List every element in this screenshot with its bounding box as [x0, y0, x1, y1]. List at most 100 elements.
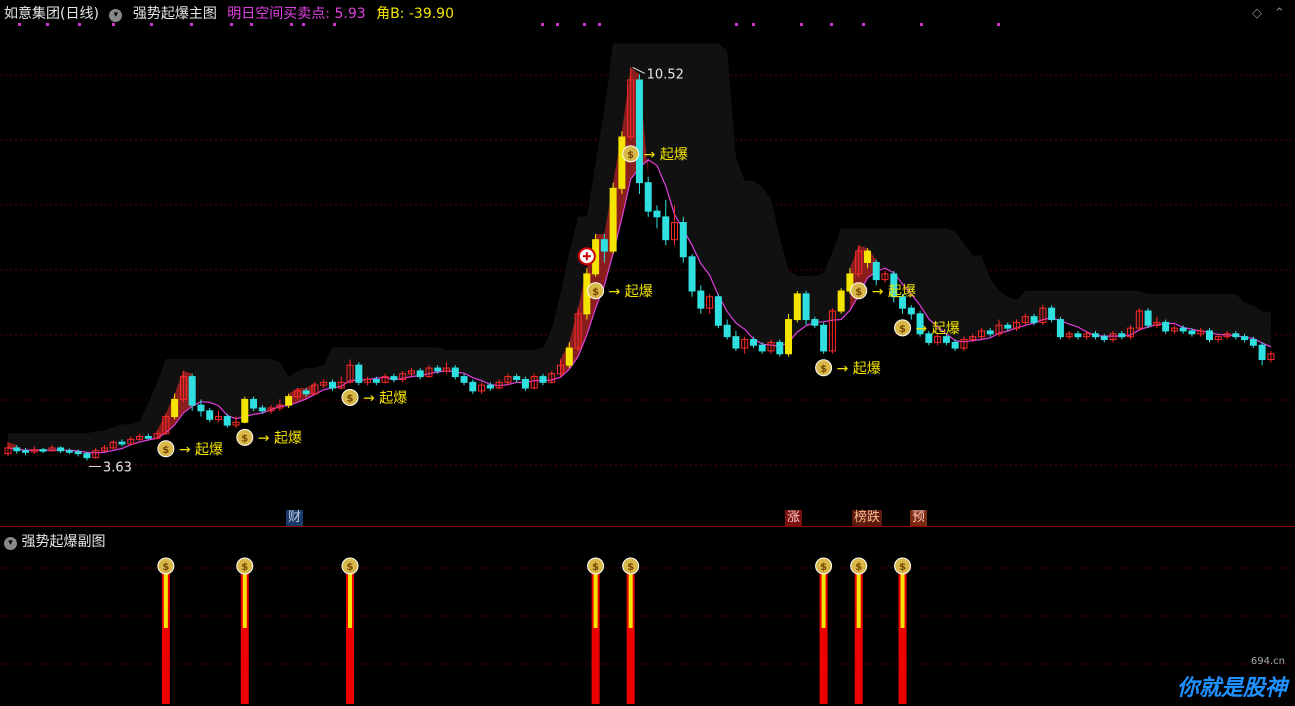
candle-body — [802, 293, 810, 321]
candle-body — [793, 293, 801, 321]
candle-body — [451, 367, 459, 378]
money-bag-icon-symbol: $ — [347, 393, 354, 404]
sub-bar-yellow — [821, 573, 826, 628]
candle-body — [39, 449, 47, 452]
top-signal-dot — [78, 23, 81, 26]
candle-body — [820, 324, 828, 352]
tomorrow-point-label: 明日空间买卖点: 5.93 — [227, 6, 366, 22]
candle-body — [539, 376, 547, 383]
top-signal-dot — [290, 23, 293, 26]
money-bag-icon-symbol: $ — [899, 324, 906, 335]
candle-body — [74, 451, 82, 455]
main-chart-panel[interactable]: 10.52 3.63 $ → 起爆 $ → 起爆 $ → 起爆 $ → 起爆 $ → 起爆 $ → 起爆 $… — [0, 0, 1295, 527]
top-signal-dot — [541, 23, 544, 26]
candle-body — [609, 187, 617, 252]
candle-body — [951, 341, 959, 349]
candle-body — [460, 376, 468, 383]
candle-body — [285, 396, 293, 406]
candle-body — [863, 250, 871, 263]
top-signal-dot — [862, 23, 865, 26]
chevron-down-icon[interactable]: ▾ — [109, 9, 123, 22]
candle-body — [513, 376, 521, 380]
candle-body — [1162, 321, 1170, 332]
high-price-label: 10.52 — [647, 67, 684, 82]
sub-bar-red — [898, 628, 907, 704]
candle-body — [1179, 327, 1187, 332]
candle-body — [635, 79, 643, 184]
candle-body — [837, 290, 845, 312]
candle-body — [942, 336, 950, 343]
candle-body — [811, 319, 819, 326]
tag-zhang[interactable]: 涨 — [785, 510, 803, 526]
chevron-down-icon[interactable]: ▾ — [4, 537, 17, 550]
candle-body — [197, 404, 205, 412]
candle-body — [355, 364, 363, 383]
candle-body — [302, 390, 310, 395]
top-signal-dot — [920, 23, 923, 26]
candle-body — [65, 450, 73, 453]
signal-label: → 起爆 — [363, 390, 407, 406]
candle-body — [1144, 310, 1152, 326]
angle-b-label: 角B: -39.90 — [376, 6, 454, 22]
candle-body — [565, 347, 573, 366]
sub-bar-red — [854, 628, 863, 704]
signal-label: → 起爆 — [179, 442, 223, 458]
top-signal-dot — [583, 23, 586, 26]
top-signal-dot — [250, 23, 253, 26]
candle-body — [171, 398, 179, 418]
money-bag-icon-symbol: $ — [627, 150, 634, 161]
sub-bar-yellow — [163, 573, 168, 628]
candle-body — [258, 407, 266, 412]
candle-body — [662, 216, 670, 241]
symbol-title: 如意集团(日线) — [4, 6, 99, 22]
tag-yu[interactable]: 预 — [910, 510, 928, 526]
signal-label: → 起爆 — [609, 284, 653, 300]
tag-cai[interactable]: 财 — [286, 510, 304, 526]
candle-body — [486, 384, 494, 389]
candle-body — [732, 336, 740, 349]
money-bag-icon-symbol: $ — [592, 287, 599, 298]
candle-body — [434, 367, 442, 372]
candle-body — [83, 453, 91, 459]
candle-body — [749, 339, 757, 346]
sub-bar-red — [161, 628, 170, 704]
tag-bangdie[interactable]: 榜跌 — [852, 510, 883, 526]
candle-body — [1241, 336, 1249, 341]
watermark-domain: 694.cn — [1250, 656, 1285, 667]
candle-body — [1188, 330, 1196, 335]
candle-body — [118, 441, 126, 445]
candle-body — [1091, 333, 1099, 338]
sub-bar-red — [240, 628, 249, 704]
top-signal-dot — [150, 23, 153, 26]
candle-body — [13, 447, 21, 452]
candle-body — [1100, 336, 1108, 341]
sub-chart-panel[interactable]: $ $ $ $ $ $ $ $ ▾ 强势起爆副图 694.cn 你就是股神 — [0, 528, 1295, 706]
indicator-name[interactable]: 强势起爆主图 — [133, 6, 217, 22]
candle-body — [723, 324, 731, 338]
candle-body — [1030, 316, 1038, 323]
chevron-up-icon[interactable]: ⌃ — [1274, 6, 1285, 21]
watermark: 694.cn 你就是股神 — [1176, 656, 1287, 702]
main-chart-svg[interactable]: 10.52 3.63 $ → 起爆 $ → 起爆 $ → 起爆 $ → 起爆 $ → 起爆 $ → 起爆 $… — [0, 0, 1295, 527]
top-signal-dot — [556, 23, 559, 26]
candle-body — [714, 296, 722, 326]
watermark-text: 你就是股神 — [1176, 676, 1287, 701]
sub-bar-yellow — [900, 573, 905, 628]
sub-money-bag-icon-symbol: $ — [241, 562, 248, 573]
candle-body — [907, 307, 915, 315]
candle-body — [679, 222, 687, 258]
diamond-icon[interactable]: ◇ — [1252, 6, 1262, 21]
top-signal-dot — [752, 23, 755, 26]
money-bag-icon-symbol: $ — [162, 445, 169, 456]
candle-body — [144, 436, 152, 439]
sub-bar-yellow — [628, 573, 633, 628]
sub-bar-yellow — [593, 573, 598, 628]
candle-body — [758, 344, 766, 352]
main-header: 如意集团(日线) ▾ 强势起爆主图 明日空间买卖点: 5.93 角B: -39.… — [4, 3, 460, 23]
candle-body — [390, 376, 398, 380]
sub-indicator-name[interactable]: 强势起爆副图 — [21, 534, 105, 550]
candle-body — [688, 256, 696, 292]
sub-chart-svg[interactable]: $ $ $ $ $ $ $ $ — [0, 528, 1295, 706]
candle-body — [1004, 324, 1012, 329]
candle-body — [1118, 333, 1126, 338]
